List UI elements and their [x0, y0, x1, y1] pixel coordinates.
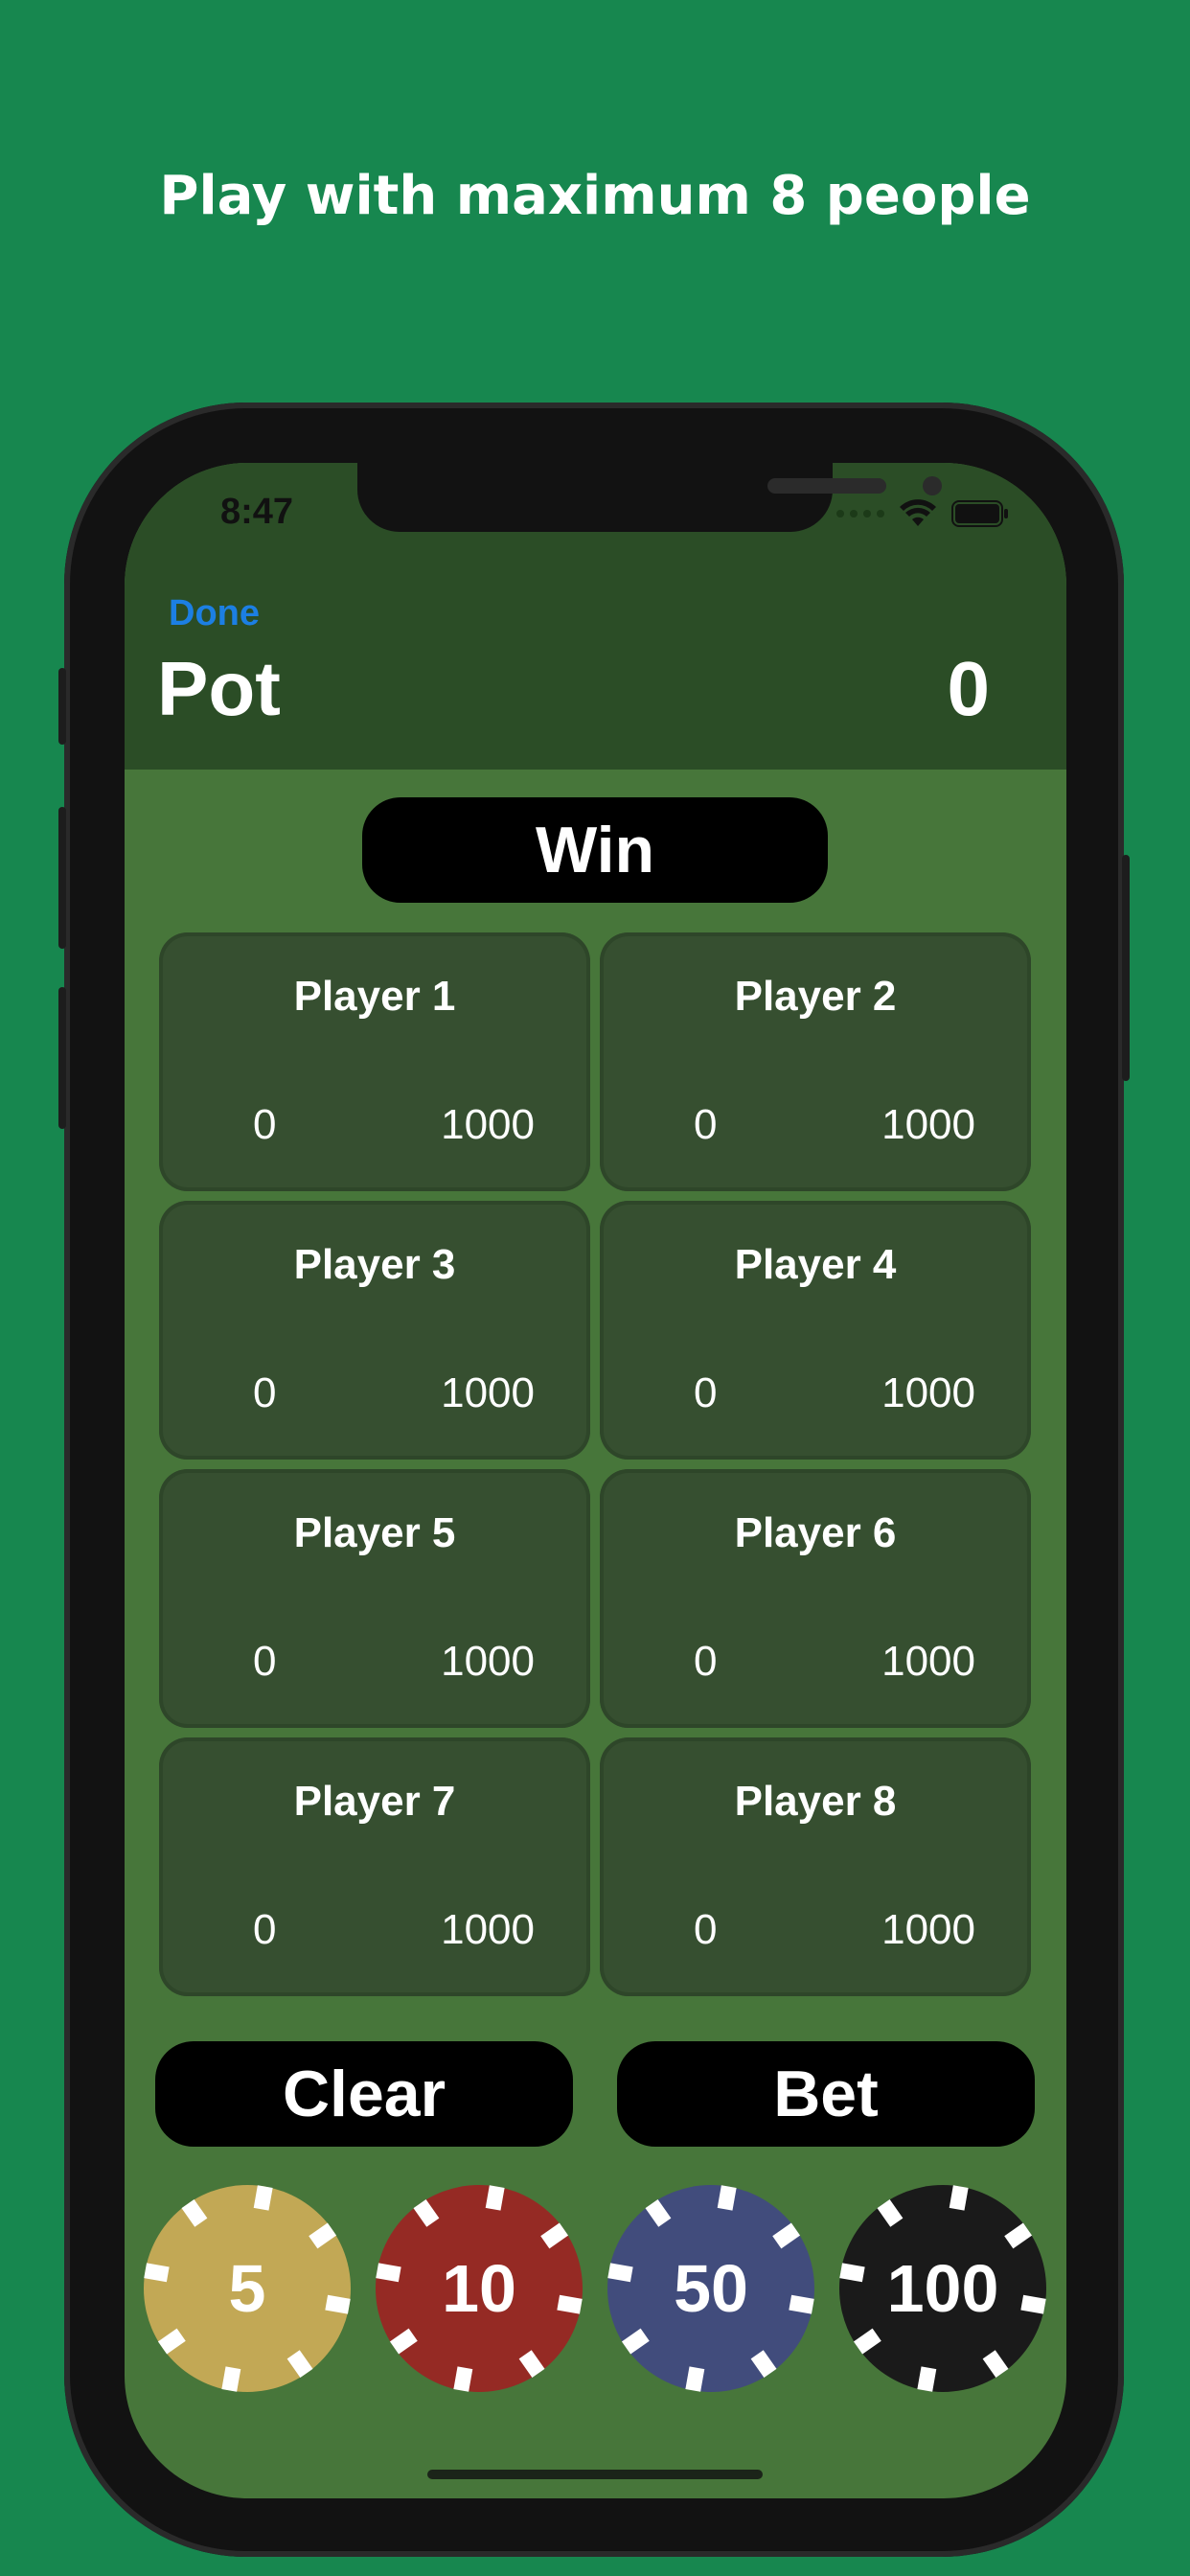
- player-bet: 0: [253, 1369, 277, 1416]
- player-card-2[interactable]: Player 2 0 1000: [600, 932, 1031, 1191]
- player-name: Player 4: [734, 1241, 897, 1288]
- power-button: [1122, 855, 1130, 1081]
- player-name: Player 2: [734, 973, 897, 1020]
- speaker: [767, 478, 886, 494]
- chip-50[interactable]: 50: [606, 2183, 816, 2394]
- player-card-3[interactable]: Player 3 0 1000: [159, 1201, 590, 1460]
- win-button[interactable]: Win: [362, 797, 828, 903]
- pot-label: Pot: [157, 646, 281, 731]
- status-icons: [836, 499, 1009, 528]
- chip-value: 100: [886, 2251, 999, 2326]
- volume-up-button: [58, 807, 66, 949]
- volume-down-button: [58, 987, 66, 1129]
- chip-value: 5: [228, 2251, 266, 2326]
- app-screen: 8:47 Done Pot 0 Win Player 1 0 1000 Play…: [125, 463, 1066, 2498]
- chip-value: 50: [674, 2251, 748, 2326]
- front-camera: [923, 476, 942, 495]
- notch: [357, 463, 942, 532]
- player-name: Player 8: [734, 1778, 897, 1825]
- chip-100[interactable]: 100: [837, 2183, 1048, 2394]
- player-stack: 1000: [441, 1101, 535, 1148]
- player-bet: 0: [694, 1906, 718, 1953]
- mute-switch: [58, 668, 66, 745]
- player-stack: 1000: [881, 1906, 975, 1953]
- headline: Play with maximum 8 people: [159, 165, 1031, 227]
- status-time: 8:47: [220, 492, 294, 532]
- player-stack: 1000: [441, 1369, 535, 1416]
- chip-5[interactable]: 5: [142, 2183, 353, 2394]
- signal-dots-icon: [836, 510, 884, 518]
- player-name: Player 5: [293, 1509, 456, 1556]
- home-indicator[interactable]: [427, 2470, 763, 2479]
- player-name: Player 3: [293, 1241, 456, 1288]
- player-name: Player 6: [734, 1509, 897, 1556]
- player-stack: 1000: [441, 1906, 535, 1953]
- player-bet: 0: [253, 1638, 277, 1685]
- player-stack: 1000: [881, 1101, 975, 1148]
- chip-value: 10: [442, 2251, 516, 2326]
- player-bet: 0: [694, 1638, 718, 1685]
- player-name: Player 1: [293, 973, 456, 1020]
- player-grid: Player 1 0 1000 Player 2 0 1000 Player 3…: [159, 932, 1031, 1996]
- player-stack: 1000: [441, 1638, 535, 1685]
- player-name: Player 7: [293, 1778, 456, 1825]
- done-button[interactable]: Done: [169, 593, 260, 634]
- bet-button[interactable]: Bet: [617, 2041, 1035, 2147]
- player-card-8[interactable]: Player 8 0 1000: [600, 1737, 1031, 1996]
- clear-button[interactable]: Clear: [155, 2041, 573, 2147]
- player-bet: 0: [694, 1369, 718, 1416]
- player-card-4[interactable]: Player 4 0 1000: [600, 1201, 1031, 1460]
- player-card-7[interactable]: Player 7 0 1000: [159, 1737, 590, 1996]
- battery-icon: [951, 500, 1008, 527]
- player-stack: 1000: [881, 1638, 975, 1685]
- player-card-5[interactable]: Player 5 0 1000: [159, 1469, 590, 1728]
- player-stack: 1000: [881, 1369, 975, 1416]
- player-bet: 0: [253, 1906, 277, 1953]
- chip-10[interactable]: 10: [374, 2183, 584, 2394]
- player-card-1[interactable]: Player 1 0 1000: [159, 932, 590, 1191]
- player-card-6[interactable]: Player 6 0 1000: [600, 1469, 1031, 1728]
- pot-value: 0: [947, 646, 991, 731]
- player-bet: 0: [253, 1101, 277, 1148]
- player-bet: 0: [694, 1101, 718, 1148]
- wifi-icon: [900, 499, 936, 526]
